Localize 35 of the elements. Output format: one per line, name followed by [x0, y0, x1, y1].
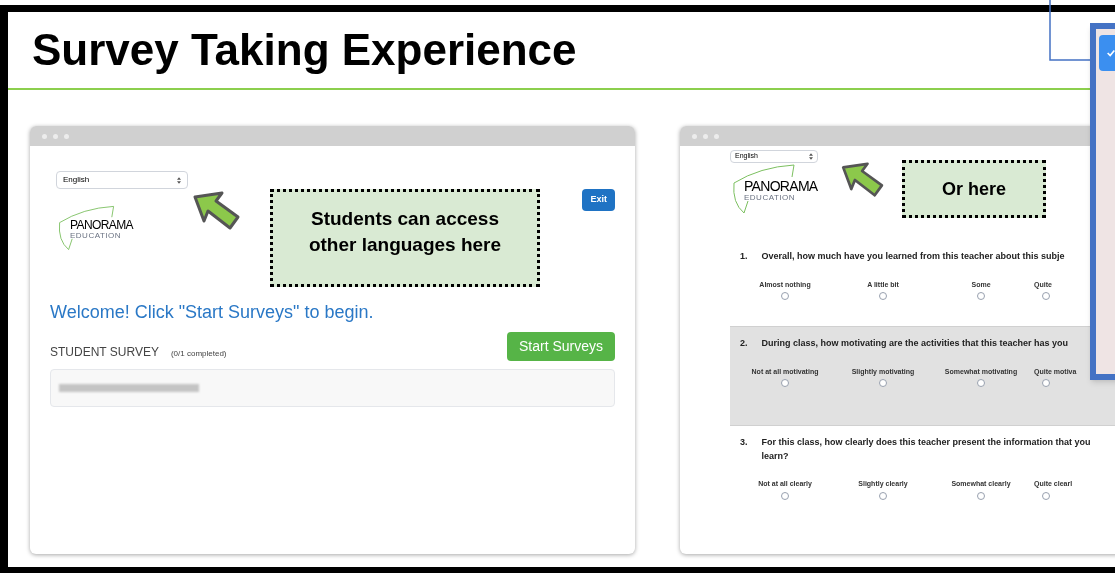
radio-button[interactable] — [977, 379, 985, 387]
exit-button[interactable]: Exit — [582, 189, 615, 211]
question-number: 2. — [740, 337, 748, 350]
radio-button[interactable] — [977, 491, 985, 500]
radio-button[interactable] — [781, 379, 789, 387]
survey-row[interactable] — [50, 369, 615, 407]
radio-button[interactable] — [879, 379, 887, 387]
completion-text: (0/1 completed) — [170, 348, 227, 360]
arrow-icon — [192, 191, 242, 231]
radio-button[interactable] — [977, 292, 985, 300]
question-text: For this class, how clearly does this teacher present the information that you learn? — [761, 436, 1092, 463]
radio-button[interactable] — [879, 491, 887, 500]
question-text: Overall, how much have you learned from this teacher about this subje — [761, 250, 1065, 263]
survey-label: STUDENT SURVEY — [50, 344, 159, 361]
callout: Or here — [902, 160, 1046, 218]
logo-name: PANORAMA — [70, 219, 133, 231]
arrow-icon — [840, 162, 886, 198]
radio-button[interactable] — [1042, 491, 1050, 500]
logo-tagline: EDUCATION — [744, 194, 797, 202]
updown-icon — [809, 153, 813, 160]
question-number: 3. — [740, 436, 748, 449]
question-number: 1. — [740, 250, 748, 263]
logo-tagline: EDUCATION — [70, 232, 123, 240]
language-select[interactable]: English — [56, 171, 188, 189]
callout: Students can access other languages here — [270, 189, 540, 287]
radio-button[interactable] — [1042, 379, 1050, 387]
radio-button[interactable] — [781, 292, 789, 300]
slide-title: Survey Taking Experience — [32, 24, 577, 76]
radio-button[interactable] — [1042, 292, 1050, 300]
radio-button[interactable] — [781, 491, 789, 500]
logo-name: PANORAMA — [744, 179, 818, 193]
updown-icon — [177, 176, 181, 184]
welcome-message: Welcome! Click "Start Surveys" to begin. — [50, 301, 375, 324]
radio-button[interactable] — [879, 292, 887, 300]
question-text: During class, how motivating are the activities that this teacher has you — [761, 337, 1069, 350]
